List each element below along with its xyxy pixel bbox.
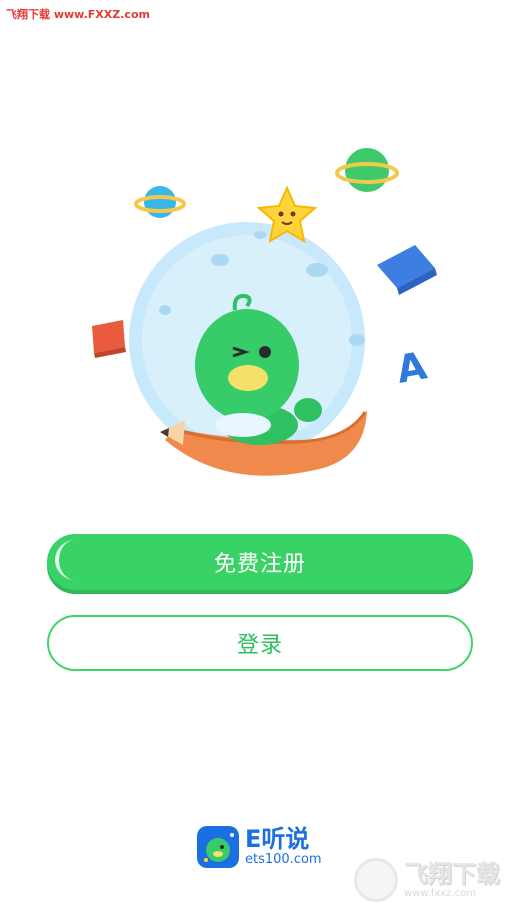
register-button-label: 免费注册 xyxy=(213,552,306,577)
app-logo-icon xyxy=(197,826,239,868)
mascot-illustration: A xyxy=(92,148,437,476)
login-button-label: 登录 xyxy=(236,633,283,658)
login-button[interactable]: 登录 xyxy=(47,615,473,671)
watermark-logo-icon xyxy=(354,858,398,902)
book-blue-icon xyxy=(377,245,437,295)
book-red-icon xyxy=(92,320,126,358)
watermark-name: 飞翔下载 xyxy=(404,860,500,888)
brand-logo-block: E听说 ets100.com xyxy=(197,826,322,868)
bottom-watermark: 飞翔下载 www.fxxz.com xyxy=(354,852,514,908)
watermark-url: www.fxxz.com xyxy=(404,888,476,899)
planet-blue-icon xyxy=(134,186,186,218)
button-gloss xyxy=(55,540,83,580)
letter-a-icon: A xyxy=(393,343,430,392)
planet-green-icon xyxy=(335,148,399,192)
top-watermark-text: 飞翔下载 www.FXXZ.com xyxy=(6,8,150,21)
brand-name: E听说 xyxy=(245,825,310,853)
register-button[interactable]: 免费注册 xyxy=(47,534,473,590)
brand-url: ets100.com xyxy=(245,852,322,867)
